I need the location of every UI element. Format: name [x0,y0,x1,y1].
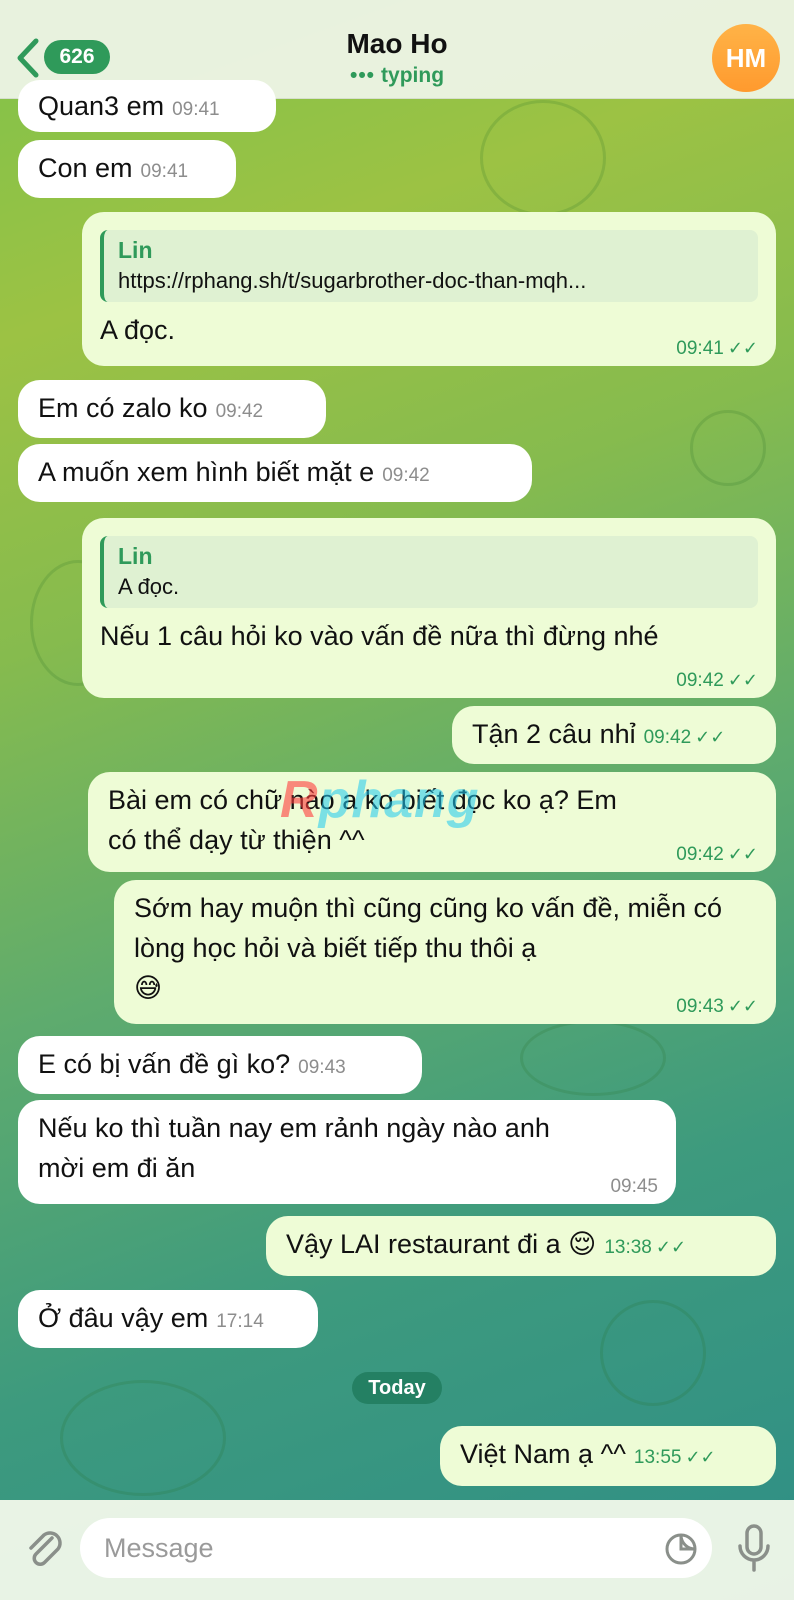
message-time: 09:43 [676,996,724,1017]
status-text: typing [381,64,445,87]
read-checkmark-icon: ✓✓ [727,844,758,864]
message-incoming[interactable]: Ở đâu vậy em 17:14 [18,1290,318,1348]
message-outgoing[interactable]: Vậy LAI restaurant đi a 😌 13:38 ✓✓ [266,1216,776,1276]
reply-text: https://rphang.sh/t/sugarbrother-doc-tha… [118,268,587,293]
microphone-icon[interactable] [734,1522,774,1576]
message-time: 09:42 [676,670,724,691]
read-checkmark-icon: ✓✓ [727,338,758,358]
reply-quote[interactable]: Lin A đọc. [100,536,758,608]
message-text: Việt Nam ạ ^^ [460,1439,626,1469]
message-time: 13:38 [604,1237,652,1258]
message-outgoing[interactable]: Lin https://rphang.sh/t/sugarbrother-doc… [82,212,776,366]
day-separator: Today [352,1372,442,1404]
message-incoming[interactable]: Nếu ko thì tuần nay em rảnh ngày nào anh… [18,1100,676,1204]
message-text: Vậy LAI restaurant đi a [286,1229,561,1259]
sweat-smile-emoji-icon: 😅 [134,973,163,1003]
message-text: Quan3 em [38,91,165,121]
background-doodle [600,1300,706,1406]
message-time: 17:14 [216,1311,264,1332]
message-text: A đọc. [100,315,176,345]
message-text: Em có zalo ko [38,393,208,423]
message-text: Nếu ko thì tuần nay em rảnh ngày nào anh… [38,1113,550,1183]
paperclip-icon[interactable] [22,1524,66,1572]
message-time: 09:42 [676,844,724,865]
read-checkmark-icon: ✓✓ [655,1237,687,1257]
message-time: 09:42 [382,465,430,486]
reply-author: Lin [118,237,153,263]
message-incoming[interactable]: Con em 09:41 [18,140,236,198]
message-time: 09:41 [172,99,220,120]
message-time: 09:41 [676,338,724,359]
reply-author: Lin [118,543,153,569]
message-time: 09:42 [643,727,692,748]
message-time: 09:42 [215,401,264,422]
message-text: Con em [38,153,133,183]
reply-quote[interactable]: Lin https://rphang.sh/t/sugarbrother-doc… [100,230,758,302]
message-composer: Message [0,1500,794,1600]
message-incoming[interactable]: Em có zalo ko 09:42 [18,380,326,438]
message-outgoing[interactable]: Lin A đọc. Nếu 1 câu hỏi ko vào vấn đề n… [82,518,776,698]
message-incoming[interactable]: A muốn xem hình biết mặt e 09:42 [18,444,532,502]
message-text: E có bị vấn đề gì ko? [38,1049,291,1079]
message-time: 13:55 [633,1447,682,1468]
message-time: 09:41 [140,161,189,182]
message-outgoing[interactable]: Việt Nam ạ ^^ 13:55 ✓✓ [440,1426,776,1486]
message-text: Sớm hay muộn thì cũng cũng ko vấn đề, mi… [134,893,723,963]
message-outgoing[interactable]: Sớm hay muộn thì cũng cũng ko vấn đề, mi… [114,880,776,1024]
background-doodle [480,100,606,216]
background-doodle [690,410,766,486]
message-incoming[interactable]: E có bị vấn đề gì ko? 09:43 [18,1036,422,1094]
sticker-icon[interactable] [664,1532,698,1566]
typing-dots-icon: ••• [349,64,376,87]
read-checkmark-icon: ✓✓ [727,996,758,1016]
message-time: 09:45 [610,1176,658,1197]
message-text: Nếu 1 câu hỏi ko vào vấn đề nữa thì đừng… [100,621,659,651]
avatar[interactable]: HM [712,24,780,92]
message-outgoing[interactable]: Tận 2 câu nhỉ 09:42 ✓✓ [452,706,776,764]
message-text: A muốn xem hình biết mặt e [38,457,375,487]
read-checkmark-icon: ✓✓ [695,727,726,747]
read-checkmark-icon: ✓✓ [727,670,758,690]
relieved-face-emoji-icon: 😌 [568,1229,597,1259]
background-doodle [60,1380,226,1496]
message-text: Ở đâu vậy em [38,1303,209,1333]
message-text: Tận 2 câu nhỉ [472,719,636,749]
watermark-logo: Rphang [280,771,480,829]
message-time: 09:43 [298,1057,346,1078]
reply-text: A đọc. [118,574,180,599]
read-checkmark-icon: ✓✓ [685,1447,716,1467]
chat-title[interactable]: Mao Ho [0,28,794,60]
message-incoming[interactable]: Quan3 em 09:41 [18,80,276,132]
background-doodle [520,1020,666,1096]
message-input[interactable]: Message [80,1518,712,1578]
